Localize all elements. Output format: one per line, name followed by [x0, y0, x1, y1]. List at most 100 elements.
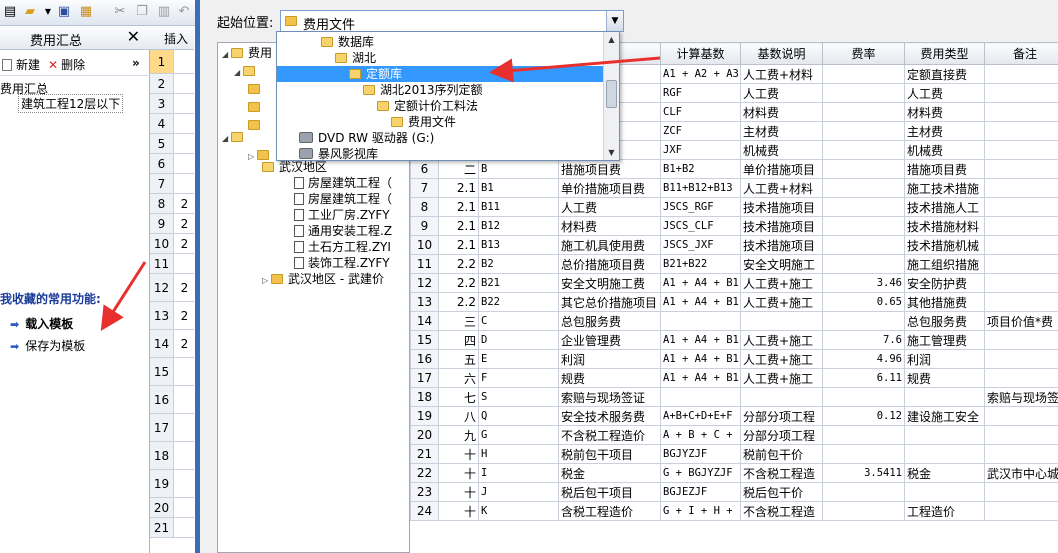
table-row[interactable]: 11 2.2 B2 总价措施项目费 B21+B22 安全文明施工 施工组织措施	[410, 254, 1058, 274]
remark-cell[interactable]	[984, 140, 1058, 160]
fee-type-cell[interactable]: 其他措施费	[904, 292, 985, 312]
fee-rate-cell[interactable]: 0.65	[822, 292, 905, 312]
row-number-cell[interactable]: 23	[410, 482, 439, 502]
base-description-cell[interactable]: 分部分项工程	[740, 425, 823, 445]
calc-base-cell[interactable]: A1 + A4 + B1	[660, 330, 741, 350]
remark-cell[interactable]	[984, 482, 1058, 502]
fee-type-cell[interactable]	[904, 425, 985, 445]
fee-code-cell[interactable]: B11	[478, 197, 559, 217]
base-description-cell[interactable]	[740, 311, 823, 331]
scroll-up-icon[interactable]: ▲	[604, 32, 619, 47]
fee-rate-cell[interactable]	[822, 254, 905, 274]
row-number-cell[interactable]: 16	[410, 349, 439, 369]
fee-type-cell[interactable]: 技术措施机械	[904, 235, 985, 255]
strip-row[interactable]: 18	[150, 442, 194, 470]
remark-cell[interactable]	[984, 501, 1058, 521]
fee-code-cell[interactable]: S	[478, 387, 559, 407]
fee-name-cell[interactable]: 企业管理费	[558, 330, 661, 350]
table-row[interactable]: 6 二 B 措施项目费 B1+B2 单价措施项目 措施项目费	[410, 159, 1058, 179]
fee-name-cell[interactable]: 不含税工程造价	[558, 425, 661, 445]
remark-cell[interactable]: 项目价值*费	[984, 311, 1058, 331]
remark-cell[interactable]	[984, 273, 1058, 293]
table-row[interactable]: 9 2.1 B12 材料费 JSCS_CLF 技术措施项目 技术措施材料	[410, 216, 1058, 236]
calc-base-cell[interactable]: JSCS_JXF	[660, 235, 741, 255]
item-index-cell[interactable]: 九	[438, 425, 479, 445]
row-number-cell[interactable]: 18	[410, 387, 439, 407]
row-number-cell[interactable]: 13	[410, 292, 439, 312]
strip-row[interactable]: 20	[150, 498, 194, 518]
scroll-down-icon[interactable]: ▼	[604, 145, 619, 160]
dropdown-arrow-icon[interactable]: ▼	[40, 4, 56, 20]
base-description-cell[interactable]: 不含税工程造	[740, 501, 823, 521]
table-row[interactable]: 21 十 H 税前包干项目 BGJYZJF 税前包干价	[410, 444, 1058, 464]
base-description-cell[interactable]: 主材费	[740, 121, 823, 141]
fee-code-cell[interactable]: E	[478, 349, 559, 369]
fee-rate-cell[interactable]	[822, 197, 905, 217]
table-row[interactable]: 23 十 J 税后包干项目 BGJEZJF 税后包干价	[410, 482, 1058, 502]
fee-rate-cell[interactable]: 4.96	[822, 349, 905, 369]
table-row[interactable]: 22 十 I 税金 G + BGJYZJF 不含税工程造 3.5411 税金 武汉市中心城	[410, 463, 1058, 483]
calc-base-cell[interactable]: B11+B12+B13	[660, 178, 741, 198]
base-description-cell[interactable]: 机械费	[740, 140, 823, 160]
calc-base-cell[interactable]: A1 + A4 + B1	[660, 273, 741, 293]
dropdown-scrollbar[interactable]: ▲ ▼	[603, 32, 619, 160]
fee-type-cell[interactable]: 施工管理费	[904, 330, 985, 350]
fee-name-cell[interactable]: 总包服务费	[558, 311, 661, 331]
item-index-cell[interactable]: 二	[438, 159, 479, 179]
start-location-combobox[interactable]: 费用文件 ▼	[280, 10, 624, 33]
calc-base-cell[interactable]: JSCS_RGF	[660, 197, 741, 217]
fee-name-cell[interactable]: 税前包干项目	[558, 444, 661, 464]
base-description-cell[interactable]: 税后包干价	[740, 482, 823, 502]
fee-type-cell[interactable]: 税金	[904, 463, 985, 483]
item-index-cell[interactable]: 2.1	[438, 216, 479, 236]
base-description-cell[interactable]: 技术措施项目	[740, 216, 823, 236]
table-row[interactable]: 15 四 D 企业管理费 A1 + A4 + B1 人工费+施工 7.6 施工管理费	[410, 330, 1058, 350]
row-number-cell[interactable]: 14	[410, 311, 439, 331]
fee-code-cell[interactable]: G	[478, 425, 559, 445]
row-number-cell[interactable]: 17	[410, 368, 439, 388]
expand-icon[interactable]: ▷	[248, 149, 257, 165]
fee-code-cell[interactable]: I	[478, 463, 559, 483]
remark-cell[interactable]	[984, 330, 1058, 350]
row-number-cell[interactable]: 15	[410, 330, 439, 350]
remark-cell[interactable]	[984, 178, 1058, 198]
calc-base-cell[interactable]: BGJYZJF	[660, 444, 741, 464]
fee-type-cell[interactable]	[904, 444, 985, 464]
save-icon[interactable]: ▣	[56, 4, 72, 20]
remark-cell[interactable]	[984, 197, 1058, 217]
base-description-cell[interactable]: 安全文明施工	[740, 254, 823, 274]
collapse-icon[interactable]: ◢	[222, 131, 231, 147]
remark-cell[interactable]	[984, 83, 1058, 103]
item-index-cell[interactable]: 2.2	[438, 254, 479, 274]
fee-type-cell[interactable]: 规费	[904, 368, 985, 388]
load-template-link[interactable]: ➡ 载入模板	[10, 315, 73, 332]
item-index-cell[interactable]: 八	[438, 406, 479, 426]
fee-name-cell[interactable]: 安全技术服务费	[558, 406, 661, 426]
item-index-cell[interactable]: 十	[438, 463, 479, 483]
item-index-cell[interactable]: 六	[438, 368, 479, 388]
fee-type-cell[interactable]	[904, 387, 985, 407]
tree-file[interactable]: 土石方工程.ZYI	[294, 239, 391, 255]
expand-icon[interactable]: ▷	[262, 273, 271, 289]
cut-icon[interactable]: ✂	[112, 4, 128, 20]
base-description-cell[interactable]: 单价措施项目	[740, 159, 823, 179]
calc-base-cell[interactable]: BGJEZJF	[660, 482, 741, 502]
table-row[interactable]: 19 八 Q 安全技术服务费 A+B+C+D+E+F 分部分项工程 0.12 建设施工安全	[410, 406, 1058, 426]
row-number-cell[interactable]: 11	[410, 254, 439, 274]
base-description-cell[interactable]	[740, 387, 823, 407]
tree-file[interactable]: 房屋建筑工程（	[294, 175, 392, 191]
new-file-icon[interactable]: ▤	[2, 4, 18, 20]
table-row[interactable]: 10 2.1 B13 施工机具使用费 JSCS_JXF 技术措施项目 技术措施机械	[410, 235, 1058, 255]
base-description-cell[interactable]: 税前包干价	[740, 444, 823, 464]
fee-rate-cell[interactable]	[822, 216, 905, 236]
fee-rate-cell[interactable]	[822, 64, 905, 84]
open-folder-icon[interactable]: ▰	[22, 4, 38, 20]
row-number-cell[interactable]: 6	[410, 159, 439, 179]
tree-node-sub1[interactable]: ◢	[234, 63, 260, 79]
paste-icon[interactable]: ▥	[156, 4, 172, 20]
item-index-cell[interactable]: 十	[438, 482, 479, 502]
fee-code-cell[interactable]: J	[478, 482, 559, 502]
fee-name-cell[interactable]: 施工机具使用费	[558, 235, 661, 255]
strip-row[interactable]: 3	[150, 94, 194, 114]
row-number-cell[interactable]: 8	[410, 197, 439, 217]
